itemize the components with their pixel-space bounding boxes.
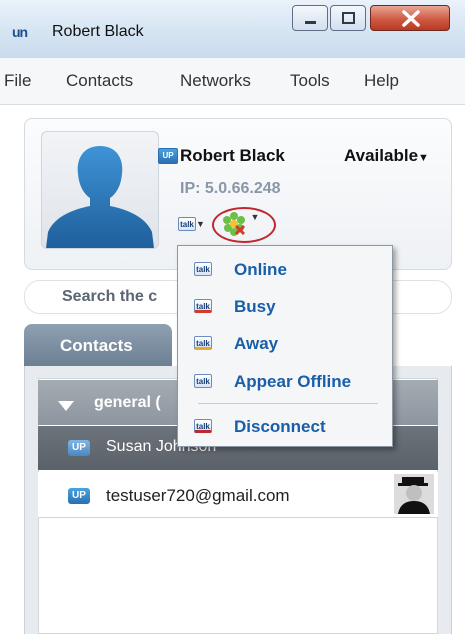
network-badge-icon: UP xyxy=(158,148,178,164)
person-photo-icon xyxy=(394,474,434,514)
talk-disconnect-icon: talk xyxy=(194,419,212,433)
menu-item-busy[interactable]: talk Busy xyxy=(178,291,392,323)
status-selector[interactable]: Available▼ xyxy=(344,146,429,166)
person-silhouette-icon xyxy=(46,146,154,248)
minimize-button[interactable] xyxy=(292,5,328,31)
talk-away-icon: talk xyxy=(194,336,212,350)
menu-contacts[interactable]: Contacts xyxy=(66,71,133,91)
talk-offline-icon: talk xyxy=(194,374,212,388)
search-placeholder: Search the c xyxy=(62,288,158,305)
menu-file[interactable]: File xyxy=(4,71,31,91)
chevron-down-icon: ▼ xyxy=(418,152,429,164)
menu-help[interactable]: Help xyxy=(364,71,399,91)
close-icon xyxy=(402,10,420,27)
contact-name: testuser720@gmail.com xyxy=(106,486,290,505)
group-label: general ( xyxy=(94,394,161,411)
maximize-icon xyxy=(342,12,355,24)
menu-item-appear-offline[interactable]: talk Appear Offline xyxy=(178,366,392,398)
icq-status-button[interactable]: ▼ xyxy=(222,212,259,241)
menu-tools[interactable]: Tools xyxy=(290,71,330,91)
talk-status-button[interactable]: talk ▼ xyxy=(178,214,205,232)
profile-name: Robert Black xyxy=(180,146,285,165)
talk-icon: talk xyxy=(178,217,196,231)
status-menu: talk Online talk Busy talk Away talk App… xyxy=(177,245,393,447)
close-button[interactable] xyxy=(370,5,450,31)
talk-busy-icon: talk xyxy=(194,299,212,313)
menu-item-online[interactable]: talk Online xyxy=(178,254,392,286)
menu-item-away[interactable]: talk Away xyxy=(178,328,392,360)
flower-icon xyxy=(223,212,246,236)
app-logo: un xyxy=(12,24,28,40)
avatar[interactable] xyxy=(41,131,159,249)
menu-bar: File Contacts Networks Tools Help xyxy=(0,58,465,105)
chevron-down-icon: ▼ xyxy=(196,219,205,229)
menu-separator xyxy=(198,403,378,404)
expand-triangle-icon[interactable] xyxy=(58,398,74,416)
tab-contacts-label: Contacts xyxy=(60,336,133,355)
minimize-icon xyxy=(305,21,316,24)
maximize-button[interactable] xyxy=(330,5,366,31)
network-badge-icon: UP xyxy=(68,488,90,504)
ip-address: IP: 5.0.66.248 xyxy=(180,180,281,197)
talk-online-icon: talk xyxy=(194,262,212,276)
chevron-down-icon: ▼ xyxy=(250,212,260,222)
window-title: Robert Black xyxy=(52,23,144,40)
network-badge-icon: UP xyxy=(68,440,90,456)
menu-networks[interactable]: Networks xyxy=(180,71,251,91)
status-label: Available xyxy=(344,146,419,165)
contact-avatar xyxy=(394,474,434,514)
menu-item-disconnect[interactable]: talk Disconnect xyxy=(178,411,392,443)
